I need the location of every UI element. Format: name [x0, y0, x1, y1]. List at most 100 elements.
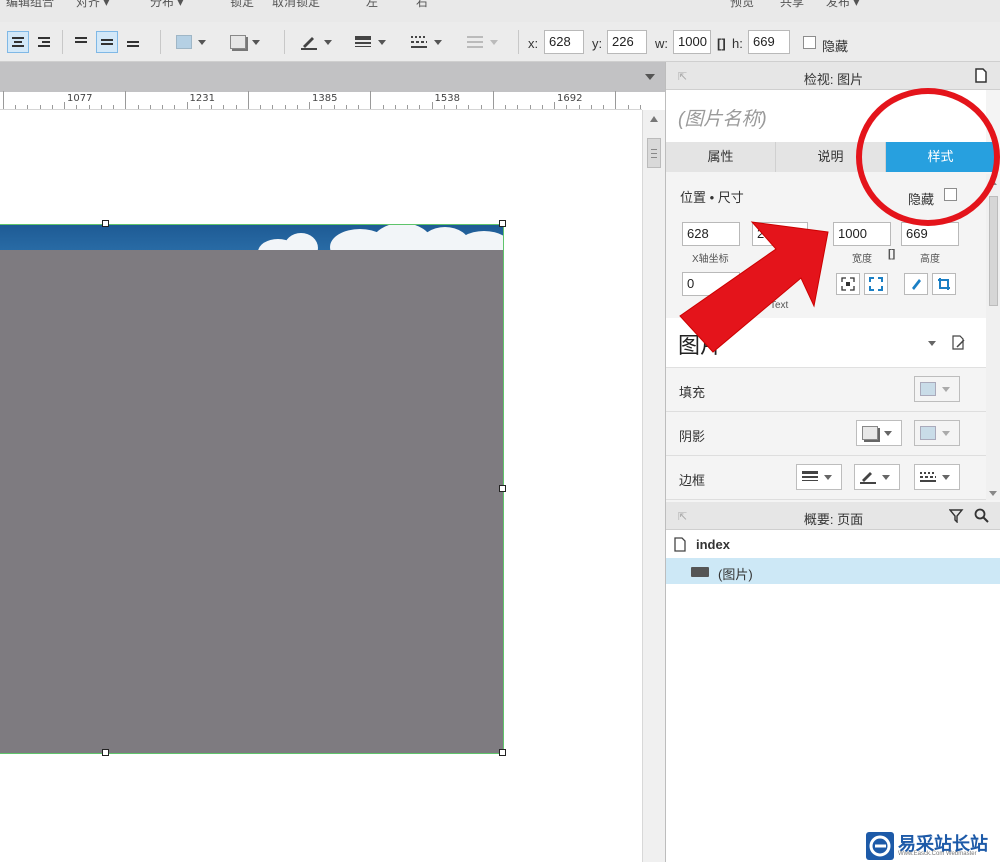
- inspector-scroll-thumb[interactable]: [989, 196, 998, 306]
- ruler-tick: [419, 105, 421, 109]
- resize-handle-top[interactable]: [102, 220, 109, 227]
- style-dropdown-icon[interactable]: [928, 341, 936, 346]
- ruler-tick: [615, 91, 617, 109]
- rotation-field[interactable]: 0: [682, 272, 740, 296]
- scroll-thumb[interactable]: [647, 138, 661, 168]
- filter-icon[interactable]: [949, 509, 965, 523]
- resize-handle-top-right[interactable]: [499, 220, 506, 227]
- x-coord-input[interactable]: 628: [544, 30, 584, 54]
- crop-button[interactable]: [932, 273, 956, 295]
- outline-page-row[interactable]: index: [666, 532, 1000, 558]
- inspector-scroll-down-icon[interactable]: [989, 491, 997, 496]
- scroll-up-icon[interactable]: [650, 116, 658, 122]
- ruler-tick: [505, 105, 506, 109]
- tab-properties[interactable]: 属性: [666, 142, 776, 172]
- pen-tool-button[interactable]: [904, 273, 928, 295]
- widget-name-input[interactable]: (图片名称): [666, 90, 986, 142]
- arrow-style-dropdown[interactable]: [462, 31, 506, 53]
- height-input[interactable]: 669: [748, 30, 790, 54]
- fit-to-content-button[interactable]: [836, 273, 860, 295]
- style-edit-icon[interactable]: [951, 335, 967, 351]
- ruler-tick: [198, 105, 200, 109]
- search-icon[interactable]: [974, 508, 989, 523]
- panel-hide-checkbox[interactable]: [944, 188, 957, 201]
- x-position-field[interactable]: 628: [682, 222, 740, 246]
- ruler-tick: [39, 105, 41, 109]
- menu-item-group[interactable]: 编辑组合: [6, 0, 54, 10]
- menu-item-preview[interactable]: 预览: [730, 0, 754, 10]
- menu-item-unlock[interactable]: 取消锁定: [272, 0, 320, 10]
- width-input[interactable]: 1000: [673, 30, 711, 54]
- menu-item-left[interactable]: 左: [366, 0, 378, 10]
- ruler-tick: [578, 105, 580, 109]
- menu-item-publish[interactable]: 发布 ▾: [826, 0, 859, 10]
- menu-item-lock[interactable]: 锁定: [230, 0, 254, 10]
- outer-shadow-dropdown[interactable]: [856, 420, 902, 446]
- resize-handle-right[interactable]: [499, 485, 506, 492]
- valign-bottom-icon: [127, 41, 139, 47]
- valign-middle-button[interactable]: [96, 31, 118, 53]
- ruler-tick: [223, 105, 225, 109]
- fill-dropdown[interactable]: [914, 376, 960, 402]
- ruler-tick: [149, 105, 151, 109]
- lock-aspect-icon[interactable]: []: [888, 248, 895, 260]
- resize-handle-bottom[interactable]: [102, 749, 109, 756]
- design-canvas[interactable]: [0, 110, 642, 862]
- ruler-tick: [296, 105, 298, 109]
- format-toolbar: x: 628 y: 226 w: 1000 [] h: 669 隐藏: [0, 22, 1000, 62]
- ruler-tick: [260, 105, 261, 109]
- width-field[interactable]: 1000: [833, 222, 891, 246]
- fit-image-button[interactable]: [864, 273, 888, 295]
- outline-header: ⇱ 概要: 页面: [666, 502, 1000, 530]
- height-field[interactable]: 669: [901, 222, 959, 246]
- shadow-swatch-icon: [230, 35, 246, 49]
- inspector-header: ⇱ 检视: 图片: [666, 62, 1000, 90]
- y-position-field[interactable]: 2: [752, 222, 808, 246]
- lock-ratio-icon[interactable]: []: [717, 36, 726, 51]
- image-placeholder: [0, 250, 503, 753]
- fill-color-dropdown[interactable]: [172, 31, 216, 53]
- border-style-dropdown[interactable]: [914, 464, 960, 490]
- ruler-tick: [100, 105, 102, 109]
- logo-e-icon: [869, 835, 891, 857]
- text-rotation-caption: Text: [770, 300, 789, 311]
- tab-notes[interactable]: 说明: [776, 142, 886, 172]
- image-widget[interactable]: [0, 224, 504, 754]
- page-icon[interactable]: [975, 68, 987, 83]
- border-weight-dropdown[interactable]: [796, 464, 842, 490]
- x-caption: X轴坐标: [692, 254, 729, 265]
- canvas-tab-bar: [0, 62, 665, 92]
- line-style-dropdown[interactable]: [406, 31, 450, 53]
- inner-shadow-dropdown[interactable]: [914, 420, 960, 446]
- ruler-tick: [529, 105, 531, 109]
- ruler-tick: [125, 91, 127, 109]
- y-coord-input[interactable]: 226: [607, 30, 647, 54]
- line-weight-dropdown[interactable]: [350, 31, 394, 53]
- ruler-tick: [284, 105, 286, 109]
- ruler-tick: [590, 105, 592, 109]
- tab-menu-icon[interactable]: [645, 74, 655, 80]
- tab-style[interactable]: 样式: [886, 142, 996, 172]
- outline-image-row[interactable]: (图片): [666, 558, 1000, 584]
- menu-item-distribute[interactable]: 分布 ▾: [150, 0, 183, 10]
- menu-item-align[interactable]: 对齐 ▾: [76, 0, 109, 10]
- ruler-tick: [88, 105, 90, 109]
- canvas-vertical-scrollbar[interactable]: [642, 110, 665, 862]
- valign-bottom-button[interactable]: [122, 31, 144, 53]
- line-color-dropdown[interactable]: [296, 31, 340, 53]
- border-color-dropdown[interactable]: [854, 464, 900, 490]
- inspector-scrollbar[interactable]: [986, 174, 1000, 500]
- shadow-dropdown[interactable]: [226, 31, 270, 53]
- fit-content-icon: [841, 277, 855, 291]
- valign-top-button[interactable]: [70, 31, 92, 53]
- menu-item-share[interactable]: 共享: [780, 0, 804, 10]
- fill-row: 填充: [666, 368, 986, 412]
- align-right-text-button[interactable]: [33, 31, 55, 53]
- border-weight-icon: [802, 471, 818, 481]
- inspector-scroll-up-icon[interactable]: [989, 180, 997, 185]
- resize-handle-bottom-right[interactable]: [499, 749, 506, 756]
- menu-item-right[interactable]: 右: [416, 0, 428, 10]
- hide-checkbox[interactable]: [803, 36, 816, 49]
- widget-style-selector[interactable]: 图片: [666, 318, 986, 368]
- align-center-text-button[interactable]: [7, 31, 29, 53]
